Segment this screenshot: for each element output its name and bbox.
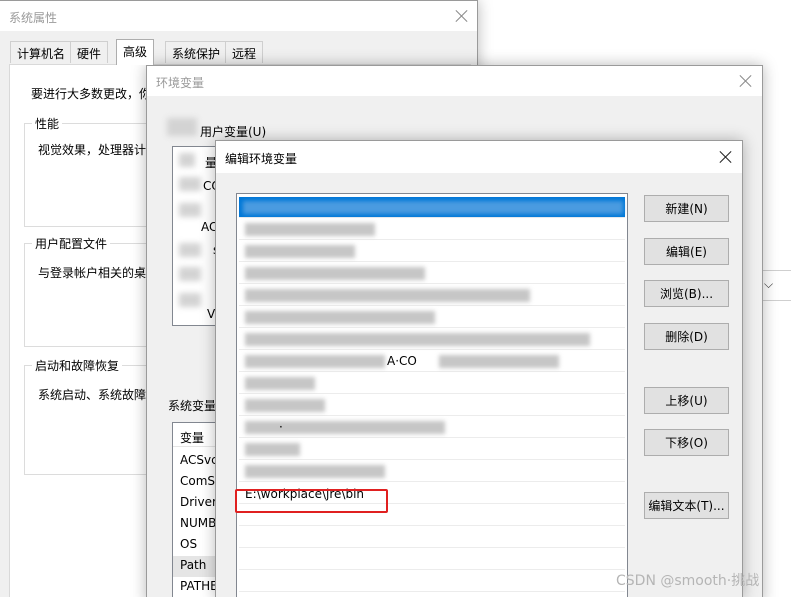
- annotation-highlight-box: [235, 489, 388, 513]
- user-profiles-desc: 与登录帐户相关的桌: [38, 266, 147, 280]
- user-profiles-label: 用户配置文件: [32, 235, 111, 252]
- dialog-title: 编辑环境变量: [225, 152, 298, 166]
- redacted-text: [245, 377, 315, 390]
- performance-label: 性能: [32, 115, 63, 132]
- redacted-text: [439, 355, 559, 368]
- tab-advanced[interactable]: 高级: [116, 39, 155, 65]
- chevron-down-icon: ⌵: [764, 277, 774, 291]
- redacted-text: [245, 289, 530, 302]
- list-item-empty[interactable]: [239, 549, 625, 570]
- redacted-text: [245, 333, 590, 346]
- startup-recovery-desc: 系统启动、系统故障: [38, 388, 147, 402]
- redacted-text: [245, 267, 425, 280]
- tab-hardware[interactable]: 硬件: [70, 41, 109, 63]
- user-vars-label: 用户变量(U): [200, 125, 267, 139]
- watermark: CSDN @smooth·挑战: [616, 573, 760, 589]
- close-icon[interactable]: [716, 147, 736, 167]
- path-entries-list[interactable]: A·CO · E:\workplace\jre\bin: [236, 193, 628, 597]
- user-var-fragment: V: [207, 307, 216, 321]
- redacted-block: [179, 153, 195, 167]
- new-button[interactable]: 新建(N): [644, 195, 729, 222]
- list-item[interactable]: [239, 373, 625, 394]
- list-item[interactable]: [239, 241, 625, 262]
- redacted-text: [245, 443, 300, 456]
- redacted-text: [245, 311, 435, 324]
- title-bar[interactable]: 环境变量: [147, 66, 762, 96]
- redacted-text: [245, 223, 375, 236]
- redacted-text: [245, 421, 445, 434]
- list-item[interactable]: ·: [239, 417, 625, 438]
- column-header-variable: 变量: [180, 431, 205, 445]
- list-item[interactable]: [239, 263, 625, 284]
- list-item-empty[interactable]: [239, 527, 625, 548]
- system-var-item[interactable]: ACSvc: [180, 453, 218, 467]
- redacted-block: [179, 293, 201, 307]
- close-icon[interactable]: [452, 6, 472, 26]
- delete-button[interactable]: 删除(D): [644, 323, 729, 350]
- list-item[interactable]: [239, 307, 625, 328]
- redacted-text: [243, 201, 623, 214]
- title-bar[interactable]: 编辑环境变量: [216, 141, 742, 173]
- move-up-button[interactable]: 上移(U): [644, 387, 729, 414]
- redacted-block: [179, 243, 201, 257]
- edit-text-button[interactable]: 编辑文本(T)...: [644, 492, 729, 519]
- edit-environment-variable-dialog: 编辑环境变量 A·CO · E:\workplace\jre\bin 新建(N)…: [215, 140, 743, 597]
- window-title: 环境变量: [156, 76, 205, 90]
- system-var-item-path[interactable]: Path: [180, 558, 206, 572]
- list-item[interactable]: [239, 461, 625, 482]
- list-item-fragment: ·: [279, 420, 283, 434]
- system-var-item[interactable]: Driver: [180, 495, 217, 509]
- system-var-item[interactable]: OS: [180, 537, 197, 551]
- browse-button[interactable]: 浏览(B)...: [644, 280, 729, 307]
- system-var-item[interactable]: PATHE: [180, 579, 218, 593]
- window-title: 系统属性: [9, 11, 58, 25]
- tab-remote[interactable]: 远程: [225, 41, 264, 63]
- system-var-item[interactable]: NUMB: [180, 516, 216, 530]
- list-item-fragment: A·CO: [387, 354, 417, 368]
- list-item[interactable]: [239, 285, 625, 306]
- startup-recovery-label: 启动和故障恢复: [32, 357, 123, 374]
- redacted-block: [167, 118, 197, 136]
- list-item-selected[interactable]: [239, 197, 625, 218]
- redacted-text: [245, 399, 325, 412]
- redacted-text: [245, 355, 385, 368]
- admin-note: 要进行大多数更改，你: [31, 87, 152, 101]
- redacted-block: [179, 203, 201, 217]
- list-item[interactable]: [239, 439, 625, 460]
- tab-system-protection[interactable]: 系统保护: [165, 41, 228, 63]
- list-item[interactable]: [239, 219, 625, 240]
- close-icon[interactable]: [736, 71, 756, 91]
- title-bar[interactable]: 系统属性: [0, 1, 477, 31]
- move-down-button[interactable]: 下移(O): [644, 429, 729, 456]
- list-item[interactable]: [239, 329, 625, 350]
- list-item[interactable]: A·CO: [239, 351, 625, 372]
- edit-button[interactable]: 编辑(E): [644, 238, 729, 265]
- system-vars-label: 系统变量: [168, 399, 217, 413]
- redacted-text: [245, 465, 385, 478]
- redacted-block: [179, 267, 201, 281]
- list-item[interactable]: [239, 395, 625, 416]
- redacted-text: [245, 245, 355, 258]
- redacted-block: [179, 177, 201, 191]
- list-item-empty[interactable]: [239, 571, 625, 592]
- tab-computer-name[interactable]: 计算机名: [10, 41, 73, 63]
- performance-desc: 视觉效果，处理器计: [38, 143, 147, 157]
